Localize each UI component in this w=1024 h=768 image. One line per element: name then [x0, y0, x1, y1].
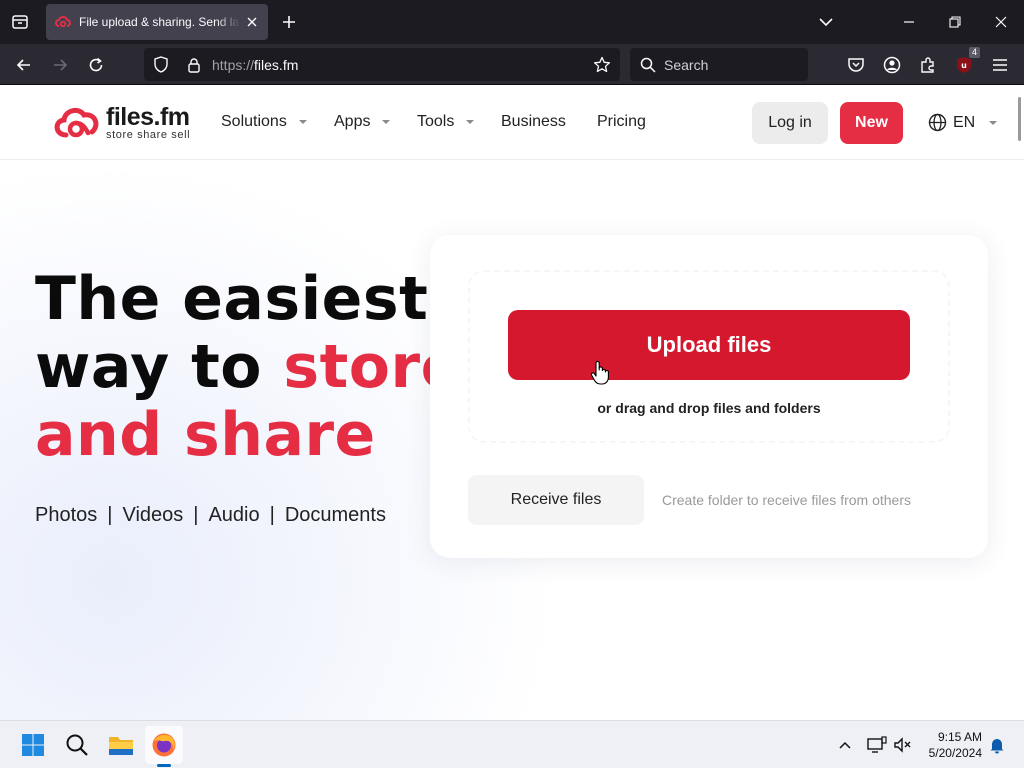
minimize-window-icon[interactable]	[895, 8, 923, 36]
language-code: EN	[953, 113, 976, 131]
site-header: files.fm store share sell Solutions Apps…	[0, 85, 1024, 160]
lock-icon[interactable]	[186, 56, 202, 74]
receive-files-button[interactable]: Receive files	[468, 475, 644, 525]
browser-nav-bar: https://files.fm Search u 4	[0, 44, 1024, 85]
hero-title: The easiest way to store and share	[35, 264, 462, 470]
separator: |	[269, 504, 275, 526]
search-icon	[640, 57, 656, 73]
file-type-videos: Videos	[122, 504, 184, 526]
files-fm-favicon-icon	[55, 16, 71, 28]
file-types-list: Photos | Videos | Audio | Documents	[35, 504, 386, 527]
clock-time: 9:15 AM	[937, 730, 982, 744]
extension-badge-count: 4	[968, 47, 980, 58]
caret-down-icon	[382, 120, 391, 124]
hand-pointer-cursor-icon	[590, 360, 609, 385]
pocket-icon[interactable]	[844, 53, 868, 77]
upload-files-button[interactable]: Upload files	[508, 310, 910, 380]
clock-date: 5/20/2024	[928, 746, 982, 760]
files-fm-logo[interactable]: files.fm store share sell	[52, 105, 190, 141]
volume-muted-icon[interactable]	[892, 734, 914, 756]
restore-window-icon[interactable]	[941, 8, 969, 36]
search-placeholder: Search	[664, 56, 709, 73]
caret-down-icon	[466, 120, 475, 124]
show-hidden-icons-chevron-icon[interactable]	[834, 734, 856, 756]
bookmark-star-icon[interactable]	[590, 53, 614, 77]
separator: |	[107, 504, 113, 526]
firefox-icon[interactable]	[145, 726, 183, 764]
file-type-photos: Photos	[35, 504, 98, 526]
active-app-indicator	[157, 764, 171, 767]
tracking-protection-shield-icon[interactable]	[152, 56, 170, 74]
list-all-tabs-chevron-icon[interactable]	[815, 11, 837, 33]
menu-apps[interactable]: Apps	[334, 113, 391, 131]
new-tab-plus-icon[interactable]	[278, 11, 300, 33]
hamburger-menu-icon[interactable]	[988, 53, 1012, 77]
notification-bell-icon[interactable]	[986, 734, 1008, 756]
account-icon[interactable]	[880, 53, 904, 77]
menu-tools[interactable]: Tools	[417, 113, 475, 131]
search-icon[interactable]	[58, 726, 96, 764]
page-scrollbar[interactable]	[1018, 97, 1021, 141]
tab-title: File upload & sharing. Send large files	[79, 15, 240, 29]
file-explorer-icon[interactable]	[102, 726, 140, 764]
ublock-origin-icon[interactable]: u 4	[952, 47, 980, 77]
menu-solutions[interactable]: Solutions	[221, 113, 307, 131]
extensions-puzzle-icon[interactable]	[916, 53, 940, 77]
menu-business[interactable]: Business	[501, 113, 566, 131]
upload-card: Upload files or drag and drop files and …	[430, 235, 988, 558]
browser-tab-bar: File upload & sharing. Send large files	[0, 0, 1024, 44]
svg-text:u: u	[961, 61, 967, 70]
tab-list-icon[interactable]	[8, 10, 32, 34]
close-window-icon[interactable]	[987, 8, 1015, 36]
logo-name: files.fm	[106, 103, 190, 131]
windows-taskbar: 9:15 AM 5/20/2024	[0, 720, 1024, 768]
url-text[interactable]: https://files.fm	[212, 57, 590, 73]
reload-icon[interactable]	[83, 52, 109, 78]
browser-tab-active[interactable]: File upload & sharing. Send large files	[46, 4, 268, 40]
back-arrow-icon[interactable]	[11, 52, 37, 78]
separator: |	[193, 504, 199, 526]
drag-drop-hint: or drag and drop files and folders	[597, 400, 821, 416]
search-bar[interactable]: Search	[630, 48, 808, 81]
file-type-documents: Documents	[284, 504, 386, 526]
webpage: files.fm store share sell Solutions Apps…	[0, 85, 1024, 720]
globe-icon	[928, 113, 947, 132]
network-display-icon[interactable]	[866, 734, 888, 756]
cloud-logo-icon	[54, 107, 99, 138]
menu-pricing[interactable]: Pricing	[597, 113, 646, 131]
file-type-audio: Audio	[208, 504, 260, 526]
caret-down-icon	[989, 120, 998, 125]
system-clock[interactable]: 9:15 AM 5/20/2024	[916, 729, 982, 761]
login-button[interactable]: Log in	[752, 102, 828, 144]
logo-tagline: store share sell	[106, 129, 191, 141]
start-icon[interactable]	[14, 726, 52, 764]
new-button[interactable]: New	[840, 102, 903, 144]
forward-arrow-icon[interactable]	[47, 52, 73, 78]
receive-files-description: Create folder to receive files from othe…	[662, 492, 911, 508]
language-selector[interactable]: EN	[928, 113, 998, 132]
caret-down-icon	[298, 120, 307, 124]
address-bar[interactable]: https://files.fm	[144, 48, 620, 81]
tab-close-icon[interactable]	[244, 14, 260, 30]
